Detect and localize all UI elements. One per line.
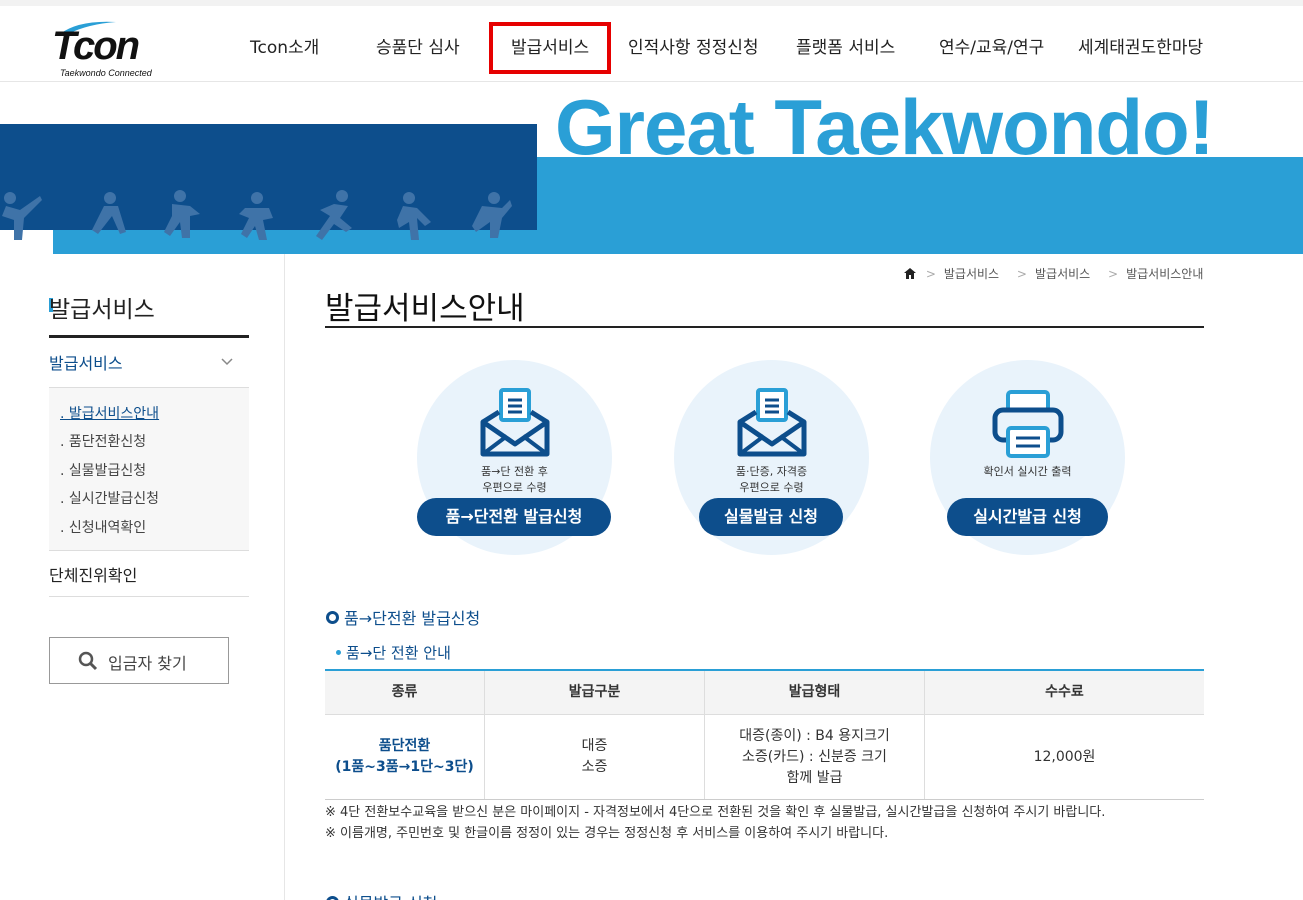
breadcrumb-separator: > (1108, 267, 1119, 281)
breadcrumb-item[interactable]: 발급서비스 (944, 267, 999, 281)
sidebar-title-rule (49, 335, 249, 338)
table-row: 품단전환 (1품~3품→1단~3단) 대증소증 대증(종이) : B4 용지크기소… (325, 715, 1204, 799)
breadcrumb-separator: > (925, 267, 936, 281)
physical-apply-button[interactable]: 실물발급 신청 (699, 498, 843, 536)
nav-world-taekwondo-festival[interactable]: 세계태권도한마당 (1078, 30, 1203, 66)
table-cell-type: 품단전환 (1품~3품→1단~3단) (325, 715, 485, 799)
stance-silhouette-icon (92, 192, 126, 234)
sidebar-rule (49, 596, 249, 597)
find-depositor-label: 입금자 찾기 (108, 654, 187, 673)
nav-issuance-service[interactable]: 발급서비스 (489, 22, 612, 74)
sidebar-divider (284, 254, 285, 900)
realtime-apply-button[interactable]: 실시간발급 신청 (947, 498, 1108, 536)
home-icon[interactable] (904, 268, 916, 279)
site-header: Tcon Taekwondo Connected Tcon소개 승품단 심사 발… (0, 0, 1303, 82)
subsection-bullet-icon (336, 650, 341, 655)
notice-text: ※ 4단 전환보수교육을 받으신 분은 마이페이지 - 자격정보에서 4단으로 … (325, 805, 1106, 820)
sidebar-subitem-guide[interactable]: . 발급서비스안내 (60, 403, 159, 423)
form-line: 소증(카드) : 신분증 크기 (742, 748, 887, 765)
form-line: 함께 발급 (786, 769, 843, 786)
breadcrumb-item-current: 발급서비스안내 (1126, 267, 1204, 281)
logo-wordmark: Tcon (52, 24, 140, 68)
sidebar-subitem-physical[interactable]: . 실물발급신청 (60, 460, 146, 480)
chevron-down-icon[interactable] (221, 358, 233, 366)
kind-line: 소증 (581, 759, 608, 775)
table-cell-fee: 12,000원 (1033, 748, 1096, 765)
find-depositor-button[interactable]: 입금자 찾기 (49, 637, 229, 684)
table-header-cell: 발급구분 (485, 671, 705, 714)
envelope-icon (737, 388, 807, 457)
section-bullet-icon (326, 611, 339, 624)
service-description: 품→단 전환 후 (481, 465, 548, 478)
subsection-heading: 품→단 전환 안내 (346, 644, 451, 662)
table-header-cell: 종류 (325, 671, 485, 714)
sidebar-title: 발급서비스 (49, 297, 155, 323)
service-description: 품·단증, 자격증 (735, 465, 808, 478)
section-bullet-icon (326, 896, 339, 900)
breadcrumb-separator: > (1016, 267, 1027, 281)
nav-training-education[interactable]: 연수/교육/연구 (939, 30, 1044, 66)
fee-table: 종류 발급구분 발급형태 수수료 품단전환 (1품~3품→1단~3단) 대증소증 … (325, 669, 1204, 800)
page-title-rule (325, 326, 1204, 328)
banner-title: Great Taekwondo! (555, 83, 1215, 171)
block-silhouette-icon (239, 192, 273, 240)
search-icon (78, 651, 98, 671)
breadcrumb-item[interactable]: 발급서비스 (1035, 267, 1090, 281)
form-line: 대증(종이) : B4 용지크기 (739, 727, 890, 744)
notice-text: ※ 이름개명, 주민번호 및 한글이름 정정이 있는 경우는 정정신청 후 서비… (325, 826, 889, 841)
punch-silhouette-icon (164, 190, 200, 238)
table-cell-kind: 대증소증 (485, 715, 705, 799)
printer-icon (992, 390, 1064, 458)
conversion-apply-button[interactable]: 품→단전환 발급신청 (417, 498, 611, 536)
service-description: 우편으로 수령 (482, 481, 547, 494)
table-header-cell: 수수료 (1045, 684, 1084, 700)
envelope-icon (480, 388, 550, 457)
next-section-heading: 실물발급 신청 (344, 890, 437, 900)
kick-silhouette-icon (2, 192, 42, 240)
page-title: 발급서비스안내 (325, 291, 525, 327)
logo-subtitle: Taekwondo Connected (60, 68, 152, 78)
sidebar-submenu: . 발급서비스안내 . 품단전환신청 . 실물발급신청 . 실시간발급신청 . … (49, 388, 249, 550)
type-line: 품단전환 (378, 738, 431, 754)
sidebar-subitem-history[interactable]: . 신청내역확인 (60, 517, 146, 537)
table-header-cell: 발급형태 (705, 671, 925, 714)
nav-tcon-intro[interactable]: Tcon소개 (250, 30, 319, 66)
service-description: 확인서 실시간 출력 (983, 465, 1072, 478)
banner-dark-block (0, 124, 537, 240)
jump-kick-silhouette-icon (316, 190, 352, 240)
table-header-row: 종류 발급구분 발급형태 수수료 (325, 671, 1204, 715)
sidebar-rule (49, 550, 249, 551)
sidebar-item-group-verify[interactable]: 단체진위확인 (49, 562, 137, 586)
sidebar-subitem-conversion[interactable]: . 품단전환신청 (60, 431, 146, 451)
sidebar-item-issuance[interactable]: 발급서비스 (49, 350, 123, 374)
fighter-silhouette-icon (472, 192, 512, 238)
nav-promotion-exam[interactable]: 승품단 심사 (376, 30, 460, 66)
kind-line: 대증 (581, 738, 608, 754)
type-line: (1품~3품→1단~3단) (335, 759, 474, 775)
service-description: 우편으로 수령 (739, 481, 804, 494)
sidebar-subitem-realtime[interactable]: . 실시간발급신청 (60, 488, 159, 508)
nav-platform-service[interactable]: 플랫폼 서비스 (796, 30, 895, 66)
section-heading: 품→단전환 발급신청 (344, 609, 481, 628)
table-cell-form: 대증(종이) : B4 용지크기소증(카드) : 신분증 크기함께 발급 (705, 715, 925, 799)
hero-banner: Great Taekwondo! (0, 82, 1303, 254)
side-kick-silhouette-icon (397, 192, 431, 240)
breadcrumb: > 발급서비스 > 발급서비스 > 발급서비스안내 (904, 265, 1211, 282)
nav-personal-info-correction[interactable]: 인적사항 정정신청 (628, 30, 759, 66)
tcon-logo[interactable]: Tcon Taekwondo Connected (50, 18, 170, 78)
